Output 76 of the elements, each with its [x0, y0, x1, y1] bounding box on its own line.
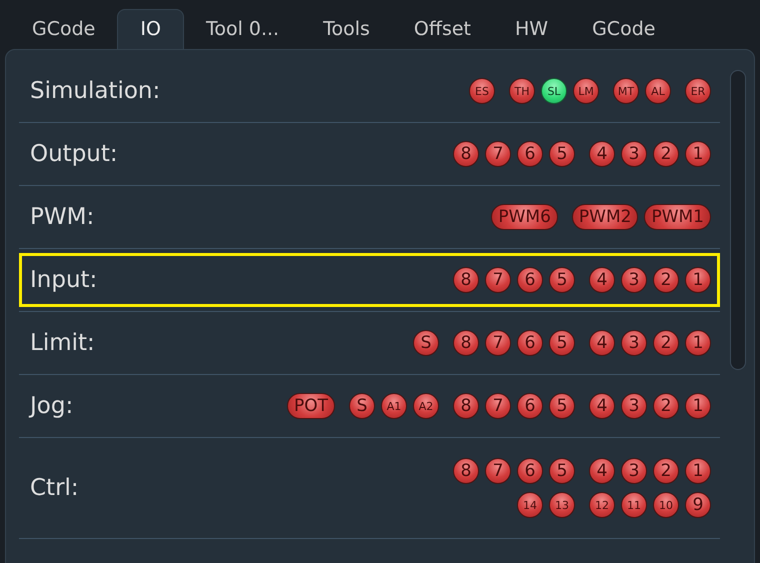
indicator-light: 8: [453, 141, 479, 167]
indicator-light: ES: [469, 78, 495, 104]
indicator-light: 1: [685, 330, 711, 356]
tab[interactable]: IO: [117, 9, 184, 49]
indicator-light: 6: [517, 458, 543, 484]
row-label: Jog:: [30, 392, 74, 421]
tab[interactable]: GCode: [570, 9, 678, 49]
indicator-light: 2: [653, 393, 679, 419]
indicator-light: 1: [685, 141, 711, 167]
indicator-light: 7: [485, 330, 511, 356]
indicator-light: 3: [621, 141, 647, 167]
indicator-light: PWM2: [572, 204, 638, 230]
indicator-light: 7: [485, 458, 511, 484]
indicator-light: 1: [685, 267, 711, 293]
indicator-light: 5: [549, 267, 575, 293]
tab[interactable]: Tool 0...: [184, 9, 302, 49]
indicator-light: 11: [621, 492, 647, 518]
indicator-light: MT: [613, 78, 639, 104]
indicator-light: 14: [517, 492, 543, 518]
indicator-light: 1: [685, 393, 711, 419]
indicator-light: 1: [685, 458, 711, 484]
tab[interactable]: GCode: [10, 9, 118, 49]
tab[interactable]: Offset: [392, 9, 493, 49]
row-label: Ctrl:: [30, 474, 79, 503]
indicator-light: 4: [589, 141, 615, 167]
row-label: PWM:: [30, 202, 94, 232]
indicator-light: 7: [485, 393, 511, 419]
indicator-light: 6: [517, 141, 543, 167]
row-label: Input:: [30, 266, 98, 295]
indicator-light: PWM6: [491, 204, 558, 230]
indicator-light: S: [413, 330, 439, 356]
indicator-light: 13: [549, 492, 575, 518]
indicator-light: S: [349, 393, 375, 419]
indicator-light: 3: [621, 393, 647, 419]
indicator-light: 8: [453, 330, 479, 356]
indicator-light: 8: [453, 458, 479, 484]
indicator-light: 12: [589, 492, 615, 518]
indicator-light: 6: [517, 267, 543, 293]
indicator-light: SL: [541, 78, 567, 104]
indicator-light: 6: [517, 330, 543, 356]
indicator-light: 4: [589, 458, 615, 484]
indicator-light: 5: [549, 393, 575, 419]
indicator-light: 10: [653, 492, 679, 518]
row-label: Simulation:: [30, 76, 160, 106]
indicator-light: 3: [621, 458, 647, 484]
indicator-light: PWM1: [644, 204, 711, 230]
indicator-light: A2: [413, 393, 439, 419]
tab[interactable]: Tools: [301, 9, 392, 49]
indicator-light: 8: [453, 267, 479, 293]
indicator-light: 9: [685, 492, 711, 518]
indicator-light: 5: [549, 458, 575, 484]
indicator-light: 3: [621, 330, 647, 356]
indicator-light: 6: [517, 393, 543, 419]
indicator-light: 5: [549, 141, 575, 167]
indicator-light: 4: [589, 330, 615, 356]
indicator-light: 4: [589, 267, 615, 293]
indicator-light: ER: [685, 78, 711, 104]
tab[interactable]: HW: [493, 9, 570, 49]
indicator-light: 7: [485, 267, 511, 293]
indicator-light: A1: [381, 393, 407, 419]
indicator-light: POT: [286, 393, 335, 419]
indicator-light: 7: [485, 141, 511, 167]
indicator-light: 4: [589, 393, 615, 419]
indicator-light: AL: [645, 78, 671, 104]
indicator-light: 2: [653, 141, 679, 167]
indicator-light: 3: [621, 267, 647, 293]
row-label: Limit:: [30, 328, 95, 358]
indicator-light: 2: [653, 458, 679, 484]
indicator-light: 2: [653, 267, 679, 293]
indicator-light: 5: [549, 330, 575, 356]
row-label: Output:: [30, 140, 118, 169]
indicator-light: 2: [653, 330, 679, 356]
scrollbar-track[interactable]: [730, 70, 746, 370]
indicator-light: TH: [509, 78, 535, 104]
indicator-light: 8: [453, 393, 479, 419]
indicator-light: LM: [573, 78, 599, 104]
